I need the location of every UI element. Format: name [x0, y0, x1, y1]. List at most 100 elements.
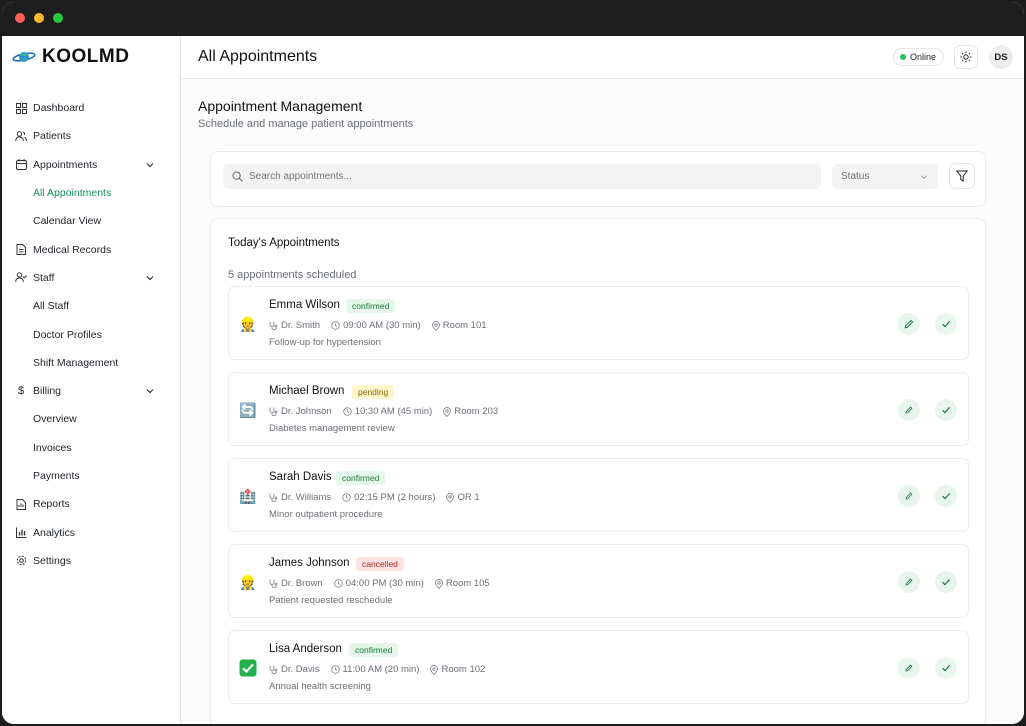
sidebar-item-label: Dashboard: [33, 102, 85, 115]
sidebar-item-label: Payments: [33, 470, 80, 482]
online-dot-icon: [900, 54, 906, 60]
appointment-row[interactable]: 👷 Emma Wilson confirmed Dr. Smith 09:00 …: [228, 286, 969, 360]
pencil-icon: [905, 664, 913, 672]
sidebar-item-invoices[interactable]: Invoices: [2, 434, 180, 462]
edit-button[interactable]: [898, 399, 920, 421]
status-badge: confirmed: [349, 643, 399, 657]
location-pin-icon: [431, 320, 440, 331]
appointments-card: Today's Appointments 5 appointments sche…: [210, 218, 986, 724]
clock-icon: [342, 407, 352, 416]
sidebar-item-all-appointments[interactable]: All Appointments: [2, 179, 180, 207]
page-title: All Appointments: [198, 48, 318, 65]
room-label: Room 101: [442, 320, 487, 331]
stethoscope-icon: [269, 407, 278, 416]
room-label: Room 102: [441, 664, 486, 675]
doctor-name: Dr. Davis: [281, 664, 320, 675]
sidebar-item-appointments[interactable]: Appointments: [2, 151, 180, 179]
sidebar-item-label: Analytics: [33, 526, 76, 539]
appointment-time: 11:00 AM (20 min): [342, 664, 420, 675]
sidebar-item-patients[interactable]: Patients: [2, 122, 180, 150]
check-emoji-icon: [239, 659, 257, 677]
doctor-name: Dr. Brown: [281, 578, 323, 589]
confirm-button[interactable]: [935, 657, 957, 679]
brand-logo[interactable]: KOOLMD: [12, 45, 129, 69]
edit-button[interactable]: [898, 571, 920, 593]
sidebar-item-label: Patients: [33, 130, 71, 143]
doctor-name: Dr. Williams: [281, 492, 332, 503]
patient-name: Emma Wilson: [269, 299, 340, 311]
confirm-button[interactable]: [935, 399, 957, 421]
room-label: Room 105: [445, 578, 490, 589]
appointment-note: Diabetes management review: [269, 423, 395, 434]
app-window: KOOLMD Dashboard Patients Appointments A…: [2, 2, 1024, 724]
sidebar-item-overview[interactable]: Overview: [2, 405, 180, 433]
confirm-button[interactable]: [935, 313, 957, 335]
appointment-time: 10:30 AM (45 min): [354, 406, 433, 417]
appointment-note: Follow-up for hypertension: [269, 337, 381, 348]
sidebar-item-settings[interactable]: Settings: [2, 547, 180, 575]
edit-button[interactable]: [898, 313, 920, 335]
confirm-button[interactable]: [935, 571, 957, 593]
chevron-down-icon: [146, 389, 154, 394]
sidebar-item-analytics[interactable]: Analytics: [2, 518, 180, 546]
location-pin-icon: [443, 406, 452, 417]
appointment-note: Minor outpatient procedure: [269, 509, 383, 520]
appointment-note: Patient requested reschedule: [269, 595, 393, 606]
sidebar-item-label: Reports: [33, 498, 70, 511]
pencil-icon: [905, 406, 913, 414]
sidebar-item-label: Doctor Profiles: [33, 328, 102, 341]
chevron-down-icon: [146, 275, 154, 281]
sidebar-item-reports[interactable]: Reports: [2, 490, 180, 518]
confirm-button[interactable]: [935, 485, 957, 507]
stethoscope-icon: [269, 493, 278, 502]
edit-button[interactable]: [898, 485, 920, 507]
sidebar-item-label: Appointments: [33, 158, 98, 171]
sidebar-item-staff[interactable]: Staff: [2, 264, 180, 292]
sidebar-item-doctor-profiles[interactable]: Doctor Profiles: [2, 320, 180, 348]
patient-name: Sarah Davis: [269, 471, 332, 483]
status-badge: Online: [893, 48, 945, 66]
sidebar-item-calendar-view[interactable]: Calendar View: [2, 207, 180, 235]
appointment-row[interactable]: 🔄 Michael Brown pending Dr. Johnson 10:3…: [228, 372, 969, 446]
appointment-row[interactable]: 🏥 Sarah Davis confirmed Dr. Williams 02:…: [228, 458, 969, 532]
check-icon: [942, 321, 951, 328]
users-icon: [15, 130, 27, 142]
check-icon: [942, 665, 951, 672]
patient-name: James Johnson: [269, 557, 350, 569]
status-badge: confirmed: [346, 299, 396, 313]
patient-name: Lisa Anderson: [269, 643, 342, 655]
sidebar-item-billing[interactable]: $ Billing: [2, 377, 180, 405]
sidebar-item-all-staff[interactable]: All Staff: [2, 292, 180, 320]
close-window-button[interactable]: [15, 13, 25, 23]
stethoscope-icon: [269, 579, 278, 588]
section-title: Appointment Management: [198, 98, 363, 114]
sidebar-item-payments[interactable]: Payments: [2, 462, 180, 490]
stethoscope-icon: [269, 665, 278, 674]
search-icon: [232, 171, 243, 182]
doctor-emoji-icon: 👷: [239, 573, 257, 590]
minimize-window-button[interactable]: [34, 13, 44, 23]
sidebar-item-shift-management[interactable]: Shift Management: [2, 349, 180, 377]
check-icon: [942, 493, 951, 500]
stethoscope-icon: [269, 321, 278, 330]
search-field[interactable]: [223, 164, 821, 189]
sidebar-item-label: Overview: [33, 413, 77, 426]
appointment-meta: Dr. Johnson 10:30 AM (45 min) Room 203: [269, 406, 509, 417]
maximize-window-button[interactable]: [53, 13, 63, 23]
window-titlebar: [2, 2, 1024, 36]
grid-icon: [15, 102, 27, 114]
edit-button[interactable]: [898, 657, 920, 679]
filter-button[interactable]: [949, 163, 975, 189]
status-badge: cancelled: [356, 557, 404, 571]
status-filter-select[interactable]: Status: [832, 164, 938, 189]
search-input[interactable]: [249, 171, 749, 182]
report-icon: [15, 498, 27, 510]
appointment-row[interactable]: 👷 James Johnson cancelled Dr. Brown 04:0…: [228, 544, 969, 618]
appointment-row[interactable]: Lisa Anderson confirmed Dr. Davis 11:00 …: [228, 630, 969, 704]
avatar[interactable]: DS: [989, 45, 1013, 69]
theme-toggle-button[interactable]: [954, 45, 978, 69]
sidebar-item-medical-records[interactable]: Medical Records: [2, 235, 180, 263]
clock-icon: [331, 321, 340, 330]
sidebar-item-dashboard[interactable]: Dashboard: [2, 94, 180, 122]
file-icon: [15, 244, 27, 256]
